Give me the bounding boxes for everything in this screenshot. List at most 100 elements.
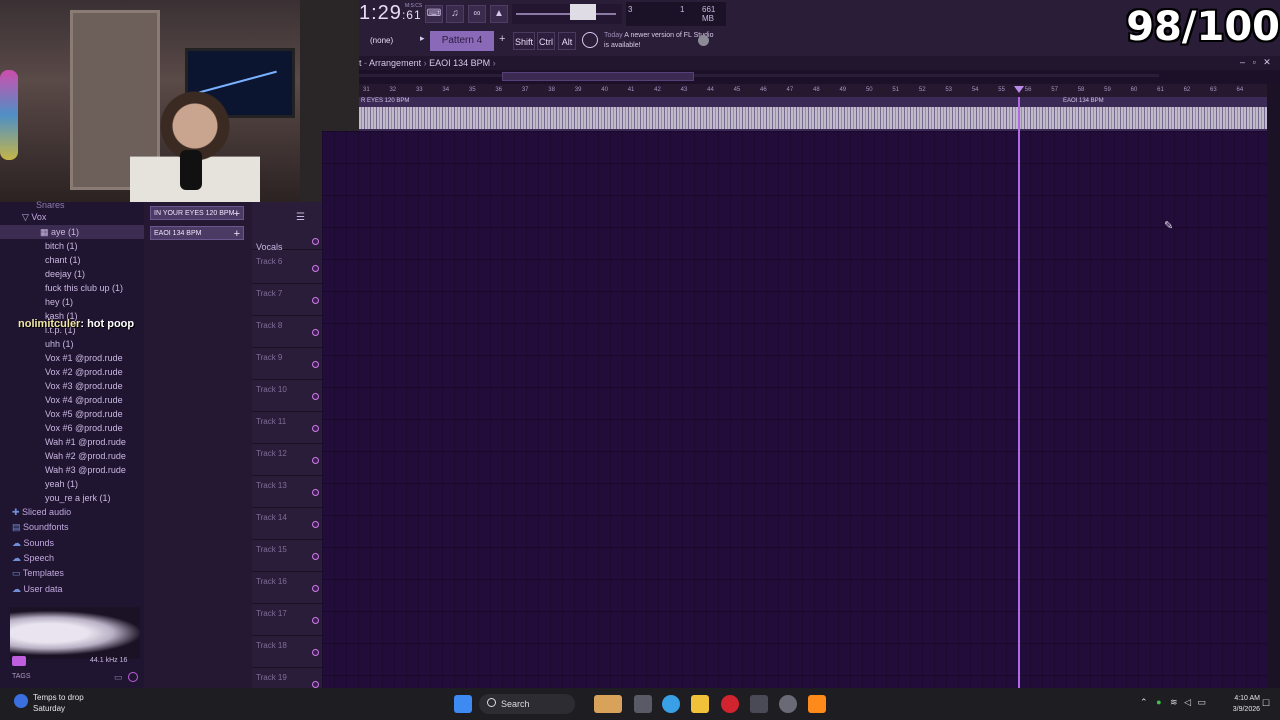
pattern-picker-button[interactable]: Pattern 4 xyxy=(430,31,494,51)
vertical-scrollbar[interactable] xyxy=(1267,84,1280,688)
step-edit-icon[interactable]: ♫ xyxy=(446,5,464,23)
playhead-marker[interactable] xyxy=(1014,86,1024,93)
track-header[interactable]: Track 11 xyxy=(252,412,322,444)
browser-search-icon[interactable] xyxy=(128,672,138,682)
windows-start-icon[interactable] xyxy=(454,695,472,713)
track-mute-toggle[interactable] xyxy=(312,393,319,400)
browser-root-folder[interactable]: ▤ Soundfonts xyxy=(0,520,144,534)
playlist-grid[interactable] xyxy=(322,131,1267,688)
metronome-icon[interactable]: ▲ xyxy=(490,5,508,23)
track-header[interactable]: Track 8 xyxy=(252,316,322,348)
browser-sample-item[interactable]: bitch (1) xyxy=(0,239,144,253)
track-header[interactable]: Track 6 xyxy=(252,252,322,284)
track-mute-toggle[interactable] xyxy=(312,617,319,624)
track-mute-toggle[interactable] xyxy=(312,553,319,560)
track-header[interactable]: Track 7 xyxy=(252,284,322,316)
notifications-icon[interactable]: ☐ xyxy=(1262,698,1270,709)
horizontal-scrollbar[interactable] xyxy=(502,72,694,81)
master-volume-slider[interactable] xyxy=(570,4,596,20)
track-header[interactable]: Track 16 xyxy=(252,572,322,604)
browser-sample-item[interactable]: Vox #2 @prod.rude xyxy=(0,365,144,379)
battery-icon[interactable]: ▭ xyxy=(1198,697,1207,707)
shift-key-button[interactable]: Shift xyxy=(513,32,535,50)
browser-root-folder[interactable]: ☁ Speech xyxy=(0,551,144,565)
wifi-icon[interactable]: ≋ xyxy=(1170,697,1178,707)
clip-eaoi[interactable]: EAOI 134 BPM + xyxy=(150,226,244,240)
tray-overflow-icon[interactable]: ⌃ xyxy=(1140,697,1148,707)
browser-sample-item[interactable]: Vox #3 @prod.rude xyxy=(0,379,144,393)
volume-icon[interactable]: ◁ xyxy=(1184,697,1191,707)
track-header[interactable]: Track 12 xyxy=(252,444,322,476)
wait-record-icon[interactable]: ∞ xyxy=(468,5,486,23)
clip-in-your-eyes[interactable]: IN YOUR EYES 120 BPM + xyxy=(150,206,244,220)
track-header[interactable]: Track 14 xyxy=(252,508,322,540)
playhead-line[interactable] xyxy=(1018,97,1020,688)
track-mute-toggle[interactable] xyxy=(312,238,319,245)
track-mute-toggle[interactable] xyxy=(312,457,319,464)
track-mute-toggle[interactable] xyxy=(312,681,319,688)
add-pattern-icon[interactable]: + xyxy=(499,33,505,45)
opera-gx-icon[interactable] xyxy=(721,695,739,713)
track-mute-toggle[interactable] xyxy=(312,425,319,432)
add-clip-icon[interactable]: + xyxy=(234,227,240,239)
track-header-vocals[interactable]: Vocals xyxy=(252,218,322,252)
microphone-icon[interactable]: ● xyxy=(1156,697,1161,707)
add-clip-icon[interactable]: + xyxy=(234,207,240,219)
file-explorer-icon[interactable] xyxy=(691,695,709,713)
browser-sample-item[interactable]: uhh (1) xyxy=(0,337,144,351)
browser-sample-item[interactable]: Vox #4 @prod.rude xyxy=(0,393,144,407)
browser-sample-item[interactable]: deejay (1) xyxy=(0,267,144,281)
restore-icon[interactable]: ▫ xyxy=(1253,57,1256,67)
edge-browser-icon[interactable] xyxy=(662,695,680,713)
browser-root-folder[interactable]: ▭ Templates xyxy=(0,566,144,580)
widget-cat-icon[interactable] xyxy=(594,695,622,713)
track-mute-toggle[interactable] xyxy=(312,489,319,496)
fl-studio-icon[interactable] xyxy=(808,695,826,713)
folder-icon[interactable]: ▭ xyxy=(114,672,123,683)
track-header[interactable]: Track 9 xyxy=(252,348,322,380)
alt-key-button[interactable]: Alt xyxy=(558,32,576,50)
browser-sample-item[interactable]: Vox #5 @prod.rude xyxy=(0,407,144,421)
arrangement-name[interactable]: Arrangement xyxy=(369,58,421,68)
browser-sample-item[interactable]: Vox #6 @prod.rude xyxy=(0,421,144,435)
browser-sample-item[interactable]: fuck this club up (1) xyxy=(0,281,144,295)
track-mute-toggle[interactable] xyxy=(312,265,319,272)
ctrl-key-button[interactable]: Ctrl xyxy=(537,32,555,50)
browser-root-folder[interactable]: ☁ Sounds xyxy=(0,536,144,550)
audio-clip-track[interactable]: R EYES 120 BPM EAOI 134 BPM xyxy=(359,97,1267,131)
browser-folder-vox[interactable]: ▽ Vox xyxy=(0,210,144,224)
track-header[interactable]: Track 13 xyxy=(252,476,322,508)
preview-play-icon[interactable] xyxy=(12,656,26,666)
browser-sample-item[interactable]: Wah #3 @prod.rude xyxy=(0,463,144,477)
browser-root-folder[interactable]: ✚ Sliced audio xyxy=(0,505,144,519)
browser-sample-item[interactable]: hey (1) xyxy=(0,295,144,309)
app-icon[interactable] xyxy=(779,695,797,713)
close-icon[interactable]: ✕ xyxy=(1263,57,1271,67)
browser-root-folder[interactable]: ☁ User data xyxy=(0,582,144,596)
browser-sample-item[interactable]: ▦ aye (1) xyxy=(0,225,144,239)
taskbar-search[interactable]: Search xyxy=(479,694,575,714)
track-mute-toggle[interactable] xyxy=(312,649,319,656)
browser-sample-item[interactable]: Vox #1 @prod.rude xyxy=(0,351,144,365)
pattern-arrow-icon[interactable]: ▸ xyxy=(420,33,425,44)
taskbar-clock[interactable]: 4:10 AM 3/9/2026 xyxy=(1210,693,1260,717)
browser-sample-item[interactable]: yeah (1) xyxy=(0,477,144,491)
task-view-icon[interactable] xyxy=(634,695,652,713)
track-header[interactable]: Track 10 xyxy=(252,380,322,412)
track-mute-toggle[interactable] xyxy=(312,329,319,336)
weather-widget[interactable]: Temps to drop Saturday xyxy=(14,692,134,716)
track-header[interactable]: Track 18 xyxy=(252,636,322,668)
track-header[interactable]: Track 15 xyxy=(252,540,322,572)
online-globe-icon[interactable] xyxy=(698,35,709,46)
typing-keyboard-icon[interactable]: ⌨ xyxy=(425,5,443,23)
browser-sample-item[interactable]: you_re a jerk (1) xyxy=(0,491,144,505)
track-mute-toggle[interactable] xyxy=(312,585,319,592)
track-mute-toggle[interactable] xyxy=(312,297,319,304)
browser-sample-item[interactable]: chant (1) xyxy=(0,253,144,267)
pattern-selector[interactable]: (none) xyxy=(370,33,412,49)
browser-sample-item[interactable]: Wah #1 @prod.rude xyxy=(0,435,144,449)
minimize-icon[interactable]: – xyxy=(1240,57,1245,67)
track-header[interactable]: Track 17 xyxy=(252,604,322,636)
ms-store-icon[interactable] xyxy=(750,695,768,713)
news-icon[interactable] xyxy=(582,32,598,48)
